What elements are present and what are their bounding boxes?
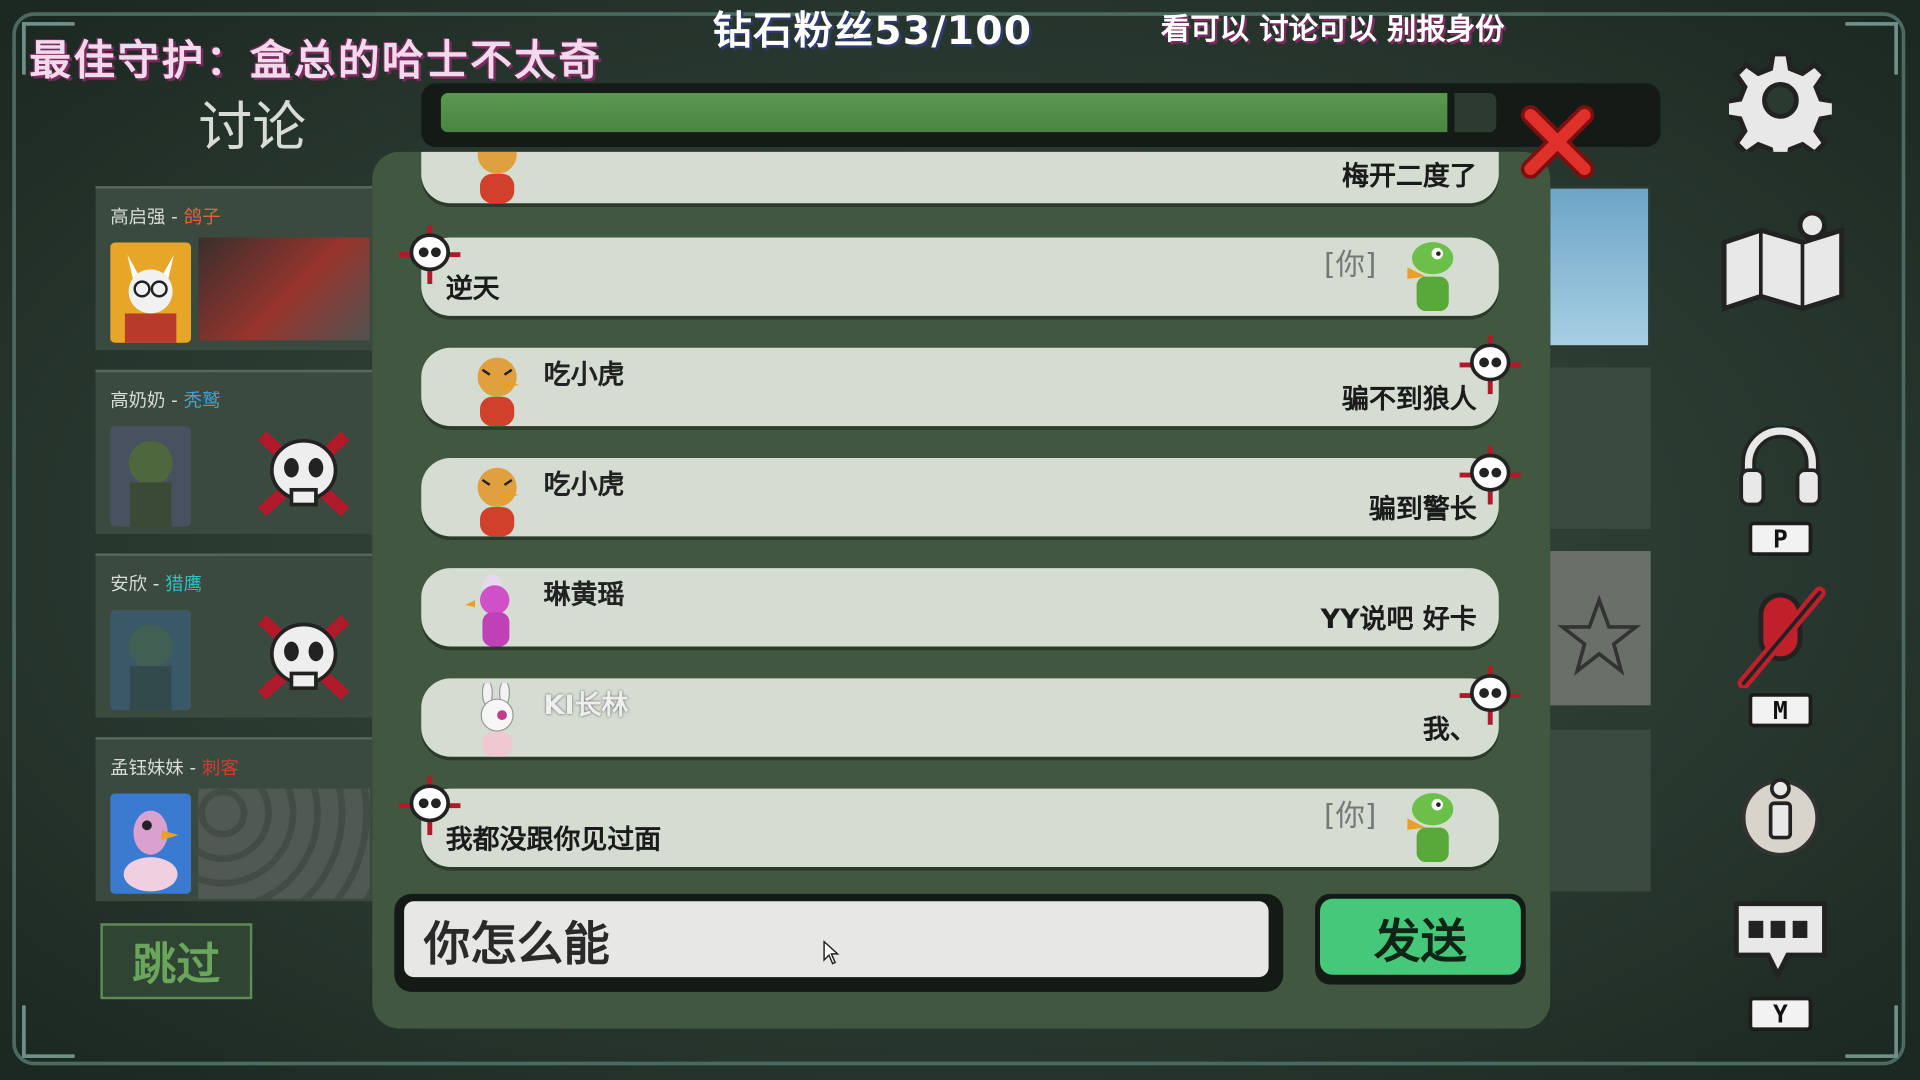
stream-fans-counter: 钻石粉丝53/100	[712, 7, 1033, 54]
message-text: YY说吧 好卡	[1320, 604, 1477, 636]
you-tag: [你]	[1324, 247, 1377, 282]
close-icon[interactable]	[1518, 103, 1596, 181]
chat-key: Y	[1748, 996, 1813, 1032]
sender-name: KI长林	[543, 690, 629, 722]
player-name: 高启强 - 鸽子	[110, 205, 221, 228]
message-input[interactable]	[404, 901, 1269, 978]
sender-name: 琳黄瑶	[543, 580, 625, 612]
mouse-cursor-icon	[823, 940, 840, 965]
map-icon[interactable]	[1717, 208, 1849, 316]
chat-message-mine: [你] 我都没跟你见过面	[399, 776, 1499, 867]
message-text: 逆天	[445, 274, 500, 305]
timer-marker	[1447, 88, 1455, 140]
pink-bird-avatar-icon	[110, 793, 192, 894]
skull-icon	[257, 615, 350, 701]
chat-message: 梅开二度了	[421, 151, 1499, 204]
game-screen: 高启强 - 鸽子 高奶奶 - 秃鹫 安欣 - 猎鹰 孟钰妹妹 - 刺客 跳过 梅…	[0, 0, 1920, 1080]
you-tag: [你]	[1324, 798, 1377, 833]
tiger-avatar-icon	[477, 467, 520, 537]
discussion-title: 讨论	[198, 96, 307, 160]
player-card-partial[interactable]	[1547, 367, 1651, 529]
fox-avatar-icon	[110, 242, 192, 343]
frame-corner	[1845, 22, 1898, 75]
chat-message: 吃小虎 骗不到狼人	[421, 335, 1521, 427]
stream-guardian-text: 最佳守护：盒总的哈士不太奇	[29, 36, 603, 86]
discussion-timer	[421, 83, 1661, 147]
player-card-partial[interactable]	[1547, 551, 1651, 706]
player-card[interactable]: 安欣 - 猎鹰	[95, 553, 373, 718]
chat-message-mine: [你] 逆天	[399, 225, 1499, 316]
frame-corner	[1845, 1005, 1898, 1058]
skull-icon	[257, 431, 350, 517]
player-name: 孟钰妹妹 - 刺客	[110, 756, 239, 779]
message-text: 我都没跟你见过面	[445, 825, 662, 856]
mute-key: M	[1748, 693, 1813, 728]
star-icon	[1557, 594, 1642, 676]
card-background	[198, 237, 370, 341]
chat-message: 琳黄瑶 YY说吧 好卡	[421, 568, 1499, 647]
message-text: 骗到警长	[1368, 494, 1477, 526]
player-card-partial[interactable]	[1547, 729, 1651, 892]
mute-microphone-icon[interactable]	[1731, 585, 1831, 689]
tiger-avatar-icon	[477, 151, 517, 204]
duck-avatar-icon	[110, 609, 192, 711]
player-list: 高启强 - 鸽子 高奶奶 - 秃鹫 安欣 - 猎鹰 孟钰妹妹 - 刺客	[95, 186, 373, 921]
chat-message: KI长林 我、	[421, 666, 1521, 757]
sender-name: 吃小虎	[543, 360, 625, 391]
voice-key: P	[1748, 521, 1813, 556]
chat-bubble-icon[interactable]	[1731, 899, 1829, 982]
send-button-label: 发送	[1320, 898, 1521, 975]
duck-avatar-icon	[110, 426, 192, 527]
player-card-partial[interactable]	[1547, 186, 1651, 348]
crocodile-avatar-icon	[1407, 793, 1454, 863]
crocodile-avatar-icon	[1407, 242, 1454, 312]
message-text: 我、	[1422, 715, 1477, 746]
pink-goose-avatar-icon	[465, 575, 510, 647]
message-text: 梅开二度了	[1342, 161, 1477, 193]
gear-icon[interactable]	[1728, 49, 1832, 152]
rabbit-avatar-icon	[480, 683, 514, 757]
skip-button[interactable]: 跳过	[100, 923, 253, 1000]
headphones-icon[interactable]	[1739, 426, 1822, 507]
send-button[interactable]: 发送	[1315, 893, 1526, 985]
player-card[interactable]: 高奶奶 - 秃鹫	[95, 369, 373, 534]
player-name: 安欣 - 猎鹰	[110, 573, 203, 596]
player-card[interactable]: 高启强 - 鸽子	[95, 186, 373, 351]
player-name: 高奶奶 - 秃鹫	[110, 389, 221, 412]
stream-rules-text: 看可以 讨论可以 别报身份	[1160, 12, 1505, 47]
frame-corner	[22, 1005, 75, 1058]
timer-fill	[440, 93, 1455, 133]
player-card[interactable]: 孟钰妹妹 - 刺客	[95, 737, 373, 902]
tiger-avatar-icon	[477, 357, 520, 427]
timer-track	[440, 93, 1497, 133]
message-text: 骗不到狼人	[1342, 384, 1477, 416]
chat-message: 吃小虎 骗到警长	[421, 445, 1521, 537]
card-background	[198, 788, 370, 899]
info-icon[interactable]	[1739, 771, 1822, 859]
sender-name: 吃小虎	[543, 470, 625, 501]
